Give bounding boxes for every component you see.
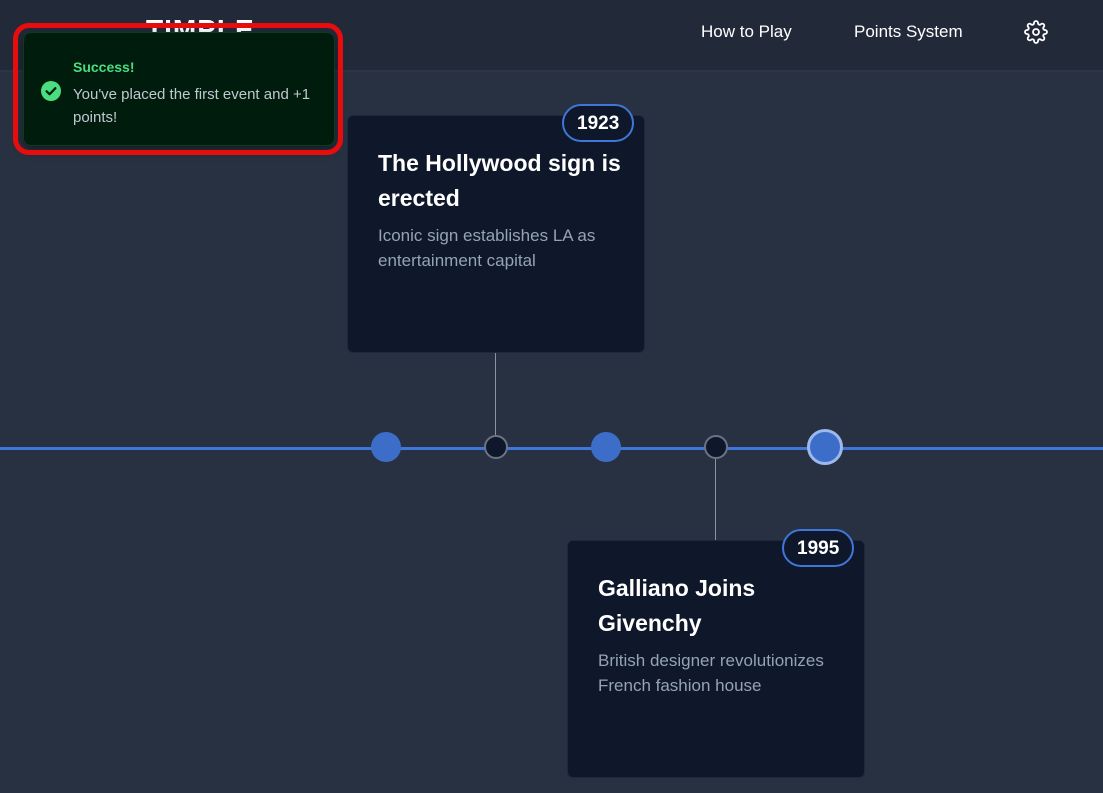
card-connector-1923 xyxy=(495,352,496,447)
event-card[interactable]: Galliano Joins Givenchy British designer… xyxy=(567,540,865,778)
gear-icon xyxy=(1024,20,1048,44)
event-card[interactable]: The Hollywood sign is erected Iconic sig… xyxy=(347,115,645,353)
event-card-description: Iconic sign establishes LA as entertainm… xyxy=(378,226,596,270)
timeline-event-dot-1995[interactable] xyxy=(704,435,728,459)
event-card-description: British designer revolutionizes French f… xyxy=(598,651,824,695)
event-year-badge: 1923 xyxy=(562,104,635,142)
points-system-link[interactable]: Points System xyxy=(854,22,963,42)
timeline-drop-slot-2[interactable] xyxy=(591,432,621,462)
toast-highlight-outline xyxy=(13,23,343,155)
how-to-play-link[interactable]: How to Play xyxy=(701,22,792,42)
timeline-axis xyxy=(0,447,1103,450)
timeline-drop-slot-1[interactable] xyxy=(371,432,401,462)
timeline-drop-slot-selected[interactable] xyxy=(807,429,843,465)
card-connector-1995 xyxy=(715,459,716,541)
game-page: TIMPLE How to Play Points System The Hol… xyxy=(0,0,1103,793)
timeline-event-dot-1923[interactable] xyxy=(484,435,508,459)
settings-button[interactable] xyxy=(1024,20,1048,44)
event-card-title: Galliano Joins Givenchy xyxy=(598,575,756,636)
event-year-badge: 1995 xyxy=(782,529,855,567)
event-card-title: The Hollywood sign is erected xyxy=(378,150,621,211)
